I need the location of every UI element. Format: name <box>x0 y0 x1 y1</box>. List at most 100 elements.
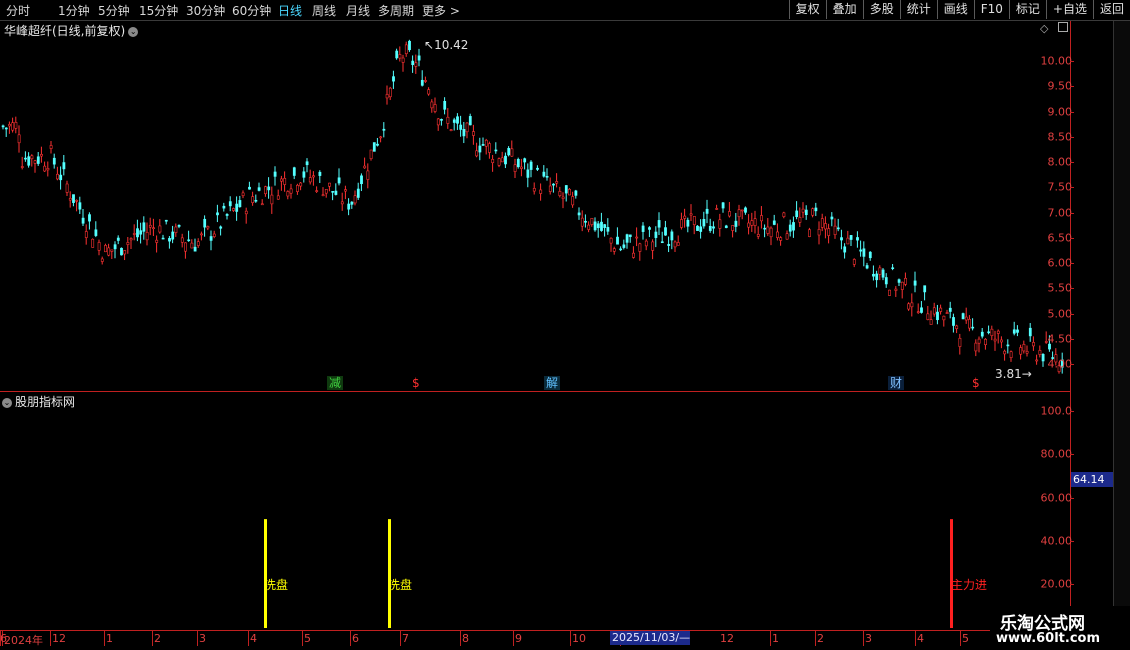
back-button[interactable]: 返回 <box>1092 0 1130 19</box>
candle-body <box>219 226 223 229</box>
candle-body <box>552 183 555 186</box>
candle-body <box>574 190 578 196</box>
candle-body <box>1009 351 1013 358</box>
date-label: 2 <box>154 632 161 645</box>
indicator-tick-label: 20.00 <box>1040 577 1073 591</box>
candle-body <box>411 60 415 65</box>
price-tick <box>1070 263 1074 264</box>
multi-stock-button[interactable]: 多股 <box>862 0 900 19</box>
price-tick-label: 9.50 <box>1047 79 1073 93</box>
date-tick <box>513 631 514 646</box>
low-arrow-icon: → <box>1021 367 1032 381</box>
f10-button[interactable]: F10 <box>973 0 1009 19</box>
candle-body <box>696 225 699 231</box>
event-marker-finance[interactable]: 财 <box>888 376 905 390</box>
period-tab-5min[interactable]: 5分钟 <box>98 2 130 19</box>
candle-body <box>475 150 479 157</box>
candle-body <box>65 183 69 193</box>
candle-body <box>529 161 533 170</box>
candle-body <box>360 175 363 185</box>
event-marker-dollar[interactable]: $ <box>970 376 982 390</box>
candle-body <box>286 191 290 197</box>
date-label: 5 <box>304 632 311 645</box>
candle-body <box>433 104 437 112</box>
candle-body <box>1038 350 1042 355</box>
date-label: 6 <box>352 632 359 645</box>
candle-body <box>459 124 463 130</box>
date-tick <box>570 631 571 646</box>
candle-body <box>590 217 594 225</box>
candle-body <box>443 100 447 110</box>
period-tab-1min[interactable]: 1分钟 <box>58 2 90 19</box>
candle-body <box>875 273 879 281</box>
candle-body <box>241 192 245 196</box>
right-button-group: 复权 叠加 多股 统计 画线 F10 标记 +自选 返回 <box>788 0 1130 20</box>
candle-body <box>731 225 735 231</box>
candle-body <box>494 149 498 152</box>
candle-body <box>974 342 978 352</box>
candle-body <box>366 170 370 180</box>
event-marker-unlock[interactable]: 解 <box>544 376 561 390</box>
period-tab-multi[interactable]: 多周期 <box>378 2 414 19</box>
draw-line-button[interactable]: 画线 <box>936 0 974 19</box>
period-tab-15min[interactable]: 15分钟 <box>139 2 178 19</box>
overlay-button[interactable]: 叠加 <box>825 0 863 19</box>
candle-body <box>664 227 667 236</box>
date-tick <box>248 631 249 646</box>
period-tab-30min[interactable]: 30分钟 <box>186 2 225 19</box>
candle-body <box>785 233 789 240</box>
candle-body <box>628 234 632 237</box>
candle-body <box>968 318 971 329</box>
candle-body <box>337 177 341 184</box>
candle-body <box>148 224 152 228</box>
candle-body <box>449 129 453 131</box>
candle-body <box>651 241 655 251</box>
indicator-tick-label: 80.00 <box>1040 447 1073 461</box>
side-scroll-strip[interactable] <box>1113 21 1130 630</box>
candle-body <box>939 307 943 312</box>
candle-body <box>43 165 47 172</box>
candle-body <box>520 166 523 169</box>
event-marker-dollar[interactable]: $ <box>410 376 422 390</box>
period-tab-daily[interactable]: 日线 <box>278 2 302 19</box>
price-tick-label: 7.00 <box>1047 206 1073 219</box>
period-tab-intraday[interactable]: 分时 <box>6 2 30 19</box>
candle-body <box>635 236 639 239</box>
candle-body <box>264 186 267 195</box>
candle-body <box>235 203 239 212</box>
add-watchlist-button[interactable]: +自选 <box>1045 0 1093 19</box>
candle-body <box>206 226 210 229</box>
candle-body <box>488 143 491 153</box>
period-tab-monthly[interactable]: 月线 <box>346 2 370 19</box>
candle-body <box>619 248 623 251</box>
candle-body <box>238 200 242 208</box>
event-marker-reduce[interactable]: 减 <box>327 376 344 390</box>
adjust-button[interactable]: 复权 <box>788 0 826 19</box>
period-tab-60min[interactable]: 60分钟 <box>232 2 271 19</box>
candle-body <box>440 119 443 121</box>
candle-body <box>84 231 88 238</box>
candle-body <box>612 248 616 252</box>
candle-body <box>827 228 831 236</box>
period-tab-weekly[interactable]: 周线 <box>312 2 336 19</box>
candle-body <box>228 201 232 207</box>
candle-body <box>468 116 472 126</box>
period-tab-more[interactable]: 更多 > <box>422 2 460 19</box>
candle-body <box>292 167 296 176</box>
price-tick <box>1070 136 1074 138</box>
candle-body <box>913 280 917 286</box>
price-tick-label: 8.00 <box>1047 155 1073 169</box>
mark-button[interactable]: 标记 <box>1008 0 1046 19</box>
candle-body <box>171 231 175 240</box>
candle-body <box>344 189 347 192</box>
candle-body <box>603 224 607 228</box>
candle-body <box>830 216 834 220</box>
candle-body <box>977 338 981 344</box>
candle-body <box>209 236 213 241</box>
candle-body <box>4 127 8 130</box>
candle-body <box>801 208 805 213</box>
candle-body <box>1022 344 1026 352</box>
date-label: 6 <box>0 632 7 645</box>
statistics-button[interactable]: 统计 <box>899 0 937 19</box>
candle-body <box>107 247 111 256</box>
